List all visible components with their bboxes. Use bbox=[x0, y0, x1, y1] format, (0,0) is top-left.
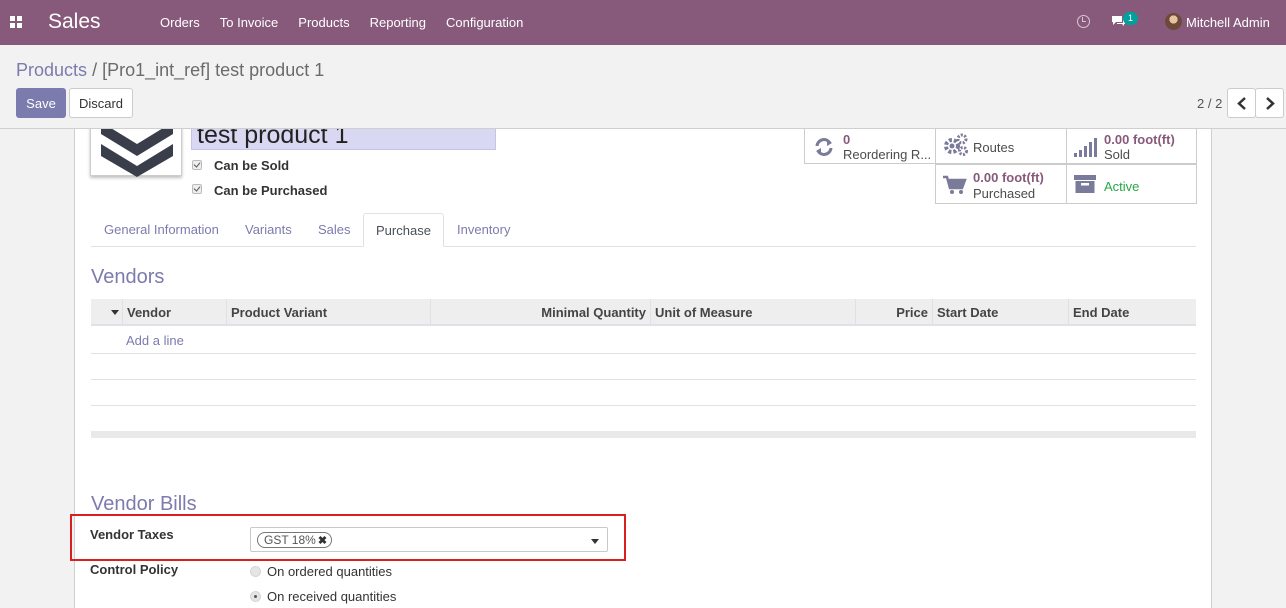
radio-ordered-quantities-label[interactable]: On ordered quantities bbox=[267, 564, 392, 579]
breadcrumb-separator: / bbox=[92, 60, 98, 80]
vendors-section-title: Vendors bbox=[91, 266, 165, 288]
column-unit-of-measure[interactable]: Unit of Measure bbox=[650, 299, 855, 326]
purchased-label: Purchased bbox=[973, 186, 1036, 201]
tab-sales[interactable]: Sales bbox=[306, 213, 363, 247]
refresh-icon bbox=[815, 138, 833, 156]
product-image[interactable] bbox=[90, 129, 182, 177]
chevron-left-icon bbox=[1237, 97, 1246, 110]
user-avatar[interactable] bbox=[1165, 13, 1182, 30]
radio-received-quantities-label[interactable]: On received quantities bbox=[267, 589, 396, 604]
column-start-date[interactable]: Start Date bbox=[932, 299, 1068, 326]
activity-clock-icon[interactable] bbox=[1077, 15, 1090, 28]
pager-next-button[interactable] bbox=[1255, 88, 1284, 118]
vendors-table-header: Vendor Product Variant Minimal Quantity … bbox=[91, 299, 1196, 326]
notebook-tabs: General Information Variants Sales Purch… bbox=[91, 213, 1196, 247]
product-placeholder-icon bbox=[101, 129, 173, 177]
column-product-variant[interactable]: Product Variant bbox=[226, 299, 430, 326]
purchased-value: 0.00 bbox=[973, 170, 999, 185]
sold-amount: 0.00 foot(ft) bbox=[1104, 132, 1175, 147]
discard-button[interactable]: Discard bbox=[69, 88, 133, 118]
sold-label: Sold bbox=[1104, 147, 1131, 162]
vendors-table-footer bbox=[91, 431, 1196, 438]
product-name-input[interactable]: test product 1 bbox=[191, 129, 496, 150]
column-vendor[interactable]: Vendor bbox=[122, 299, 226, 326]
breadcrumb: Products / [Pro1_int_ref] test product 1 bbox=[16, 60, 324, 81]
highlight-annotation-box bbox=[70, 514, 626, 561]
archive-toggle-button[interactable]: Active bbox=[1066, 164, 1197, 204]
column-minimal-quantity[interactable]: Minimal Quantity bbox=[430, 299, 650, 326]
sort-handle-icon bbox=[111, 310, 119, 315]
vendor-bills-section-title: Vendor Bills bbox=[91, 493, 197, 515]
control-policy-label: Control Policy bbox=[90, 562, 179, 577]
radio-received-quantities[interactable] bbox=[250, 591, 261, 602]
pager-previous-button[interactable] bbox=[1227, 88, 1256, 118]
menu-item-to-invoice[interactable]: To Invoice bbox=[210, 0, 289, 45]
active-label: Active bbox=[1104, 179, 1140, 194]
can-be-sold-label: Can be Sold bbox=[214, 158, 290, 173]
control-panel: Products / [Pro1_int_ref] test product 1… bbox=[0, 45, 1286, 129]
breadcrumb-current: [Pro1_int_ref] test product 1 bbox=[102, 60, 325, 80]
gears-icon bbox=[944, 133, 968, 156]
tab-variants[interactable]: Variants bbox=[233, 213, 304, 247]
routes-label: Routes bbox=[973, 140, 1015, 155]
tab-purchase[interactable]: Purchase bbox=[363, 213, 444, 247]
sold-unit: foot(ft) bbox=[1132, 132, 1175, 147]
sold-button[interactable]: 0.00 foot(ft) Sold bbox=[1066, 129, 1197, 164]
top-navbar: Sales Orders To Invoice Products Reporti… bbox=[0, 0, 1286, 45]
chat-count-badge: 1 bbox=[1123, 12, 1138, 25]
menu-item-products[interactable]: Products bbox=[288, 0, 359, 45]
routes-button[interactable]: Routes bbox=[935, 129, 1067, 164]
reordering-rules-button[interactable]: 0 Reordering R... bbox=[804, 129, 936, 164]
app-title[interactable]: Sales bbox=[48, 10, 101, 34]
add-a-line-link[interactable]: Add a line bbox=[126, 333, 184, 348]
main-menu: Orders To Invoice Products Reporting Con… bbox=[150, 0, 533, 45]
tab-general-information[interactable]: General Information bbox=[92, 213, 231, 247]
purchased-amount: 0.00 foot(ft) bbox=[973, 170, 1044, 185]
table-row bbox=[91, 353, 1196, 354]
shopping-cart-icon bbox=[943, 175, 967, 194]
column-end-date[interactable]: End Date bbox=[1068, 299, 1196, 326]
can-be-purchased-label: Can be Purchased bbox=[214, 183, 328, 198]
menu-item-configuration[interactable]: Configuration bbox=[436, 0, 533, 45]
purchased-unit: foot(ft) bbox=[1001, 170, 1044, 185]
can-be-sold-checkbox[interactable] bbox=[192, 160, 202, 170]
signal-bars-icon bbox=[1074, 138, 1097, 157]
radio-ordered-quantities[interactable] bbox=[250, 566, 261, 577]
reordering-label: Reordering R... bbox=[843, 147, 932, 162]
archive-icon bbox=[1074, 175, 1096, 193]
menu-item-orders[interactable]: Orders bbox=[150, 0, 210, 45]
table-row bbox=[91, 405, 1196, 406]
sold-value: 0.00 bbox=[1104, 132, 1130, 147]
apps-grid-icon[interactable] bbox=[10, 16, 22, 28]
can-be-purchased-checkbox[interactable] bbox=[192, 184, 202, 194]
reordering-count: 0 bbox=[843, 132, 851, 147]
menu-item-reporting[interactable]: Reporting bbox=[360, 0, 436, 45]
table-row bbox=[91, 379, 1196, 380]
user-menu[interactable]: Mitchell Admin bbox=[1186, 15, 1270, 30]
column-price[interactable]: Price bbox=[855, 299, 932, 326]
chevron-right-icon bbox=[1266, 97, 1275, 110]
breadcrumb-products-link[interactable]: Products bbox=[16, 60, 87, 80]
tab-inventory[interactable]: Inventory bbox=[445, 213, 522, 247]
purchased-button[interactable]: 0.00 foot(ft) Purchased bbox=[935, 164, 1067, 204]
save-button[interactable]: Save bbox=[16, 88, 66, 118]
pager-value: 2 / 2 bbox=[1197, 96, 1223, 111]
